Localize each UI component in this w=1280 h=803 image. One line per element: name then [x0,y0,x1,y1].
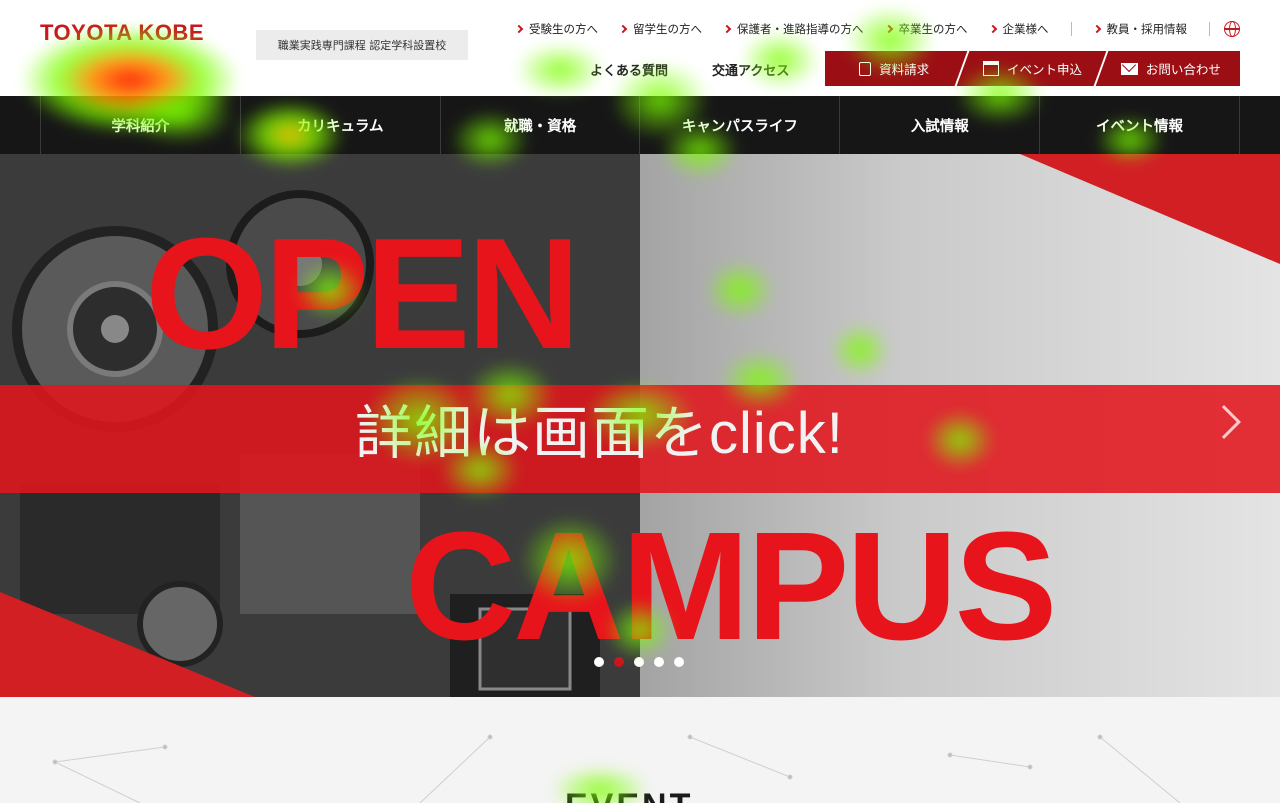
link-guardians[interactable]: 保護者・進路指導の方へ [722,21,864,37]
logo-text: TOYOTA KOBE [40,20,204,45]
slider-dots [594,657,694,667]
main-nav: 学科紹介 カリキュラム 就職・資格 キャンパスライフ 入試情報 イベント情報 [0,96,1280,154]
slider-dot[interactable] [634,657,644,667]
corner-accent-top-right [1020,154,1280,264]
link-recruitment[interactable]: 教員・採用情報 [1092,21,1187,37]
divider [1209,22,1210,36]
mail-icon [1120,62,1138,75]
chevron-right-icon [884,24,893,34]
site-logo[interactable]: TOYOTA KOBE [40,20,230,76]
chevron-right-icon [722,24,732,34]
audience-links: 受験生の方へ 留学生の方へ 保護者・進路指導の方へ 卒業生の方へ 企業様へ 教員… [494,18,1240,40]
link-applicants[interactable]: 受験生の方へ [514,21,598,37]
hero-slider[interactable]: OPEN 詳細は画面をclick! CAMPUS [0,154,1280,697]
event-apply-button[interactable]: イベント申込 [963,51,1101,86]
corner-accent-bottom-left [0,592,255,697]
calendar-icon [982,61,999,76]
contact-button[interactable]: お問い合わせ [1102,51,1240,86]
chevron-right-icon [618,24,628,34]
nav-departments[interactable]: 学科紹介 [40,96,240,154]
hero-headline-campus: CAMPUS [405,500,1057,672]
nav-curriculum[interactable]: カリキュラム [239,96,440,154]
link-international[interactable]: 留学生の方へ [618,21,702,37]
slider-dot-active[interactable] [614,657,624,667]
document-icon [859,61,872,76]
request-brochure-button[interactable]: 資料請求 [825,51,963,86]
slider-dot[interactable] [594,657,604,667]
hero-headline-open: OPEN [145,206,581,382]
site-header: TOYOTA KOBE 職業実践専門課程 認定学科設置校 受験生の方へ 留学生の… [0,0,1280,96]
link-companies[interactable]: 企業様へ [988,21,1049,37]
chevron-right-icon [988,24,997,34]
globe-icon[interactable] [1224,21,1240,37]
nav-admissions[interactable]: 入試情報 [839,96,1039,154]
accreditation-badge: 職業実践専門課程 認定学科設置校 [256,30,468,60]
utility-links: よくある質問 交通アクセス [590,52,833,86]
nav-campus-life[interactable]: キャンパスライフ [639,96,839,154]
slider-dot[interactable] [674,657,684,667]
nav-events[interactable]: イベント情報 [1039,96,1240,154]
chevron-right-icon [1092,24,1101,34]
cta-group: 資料請求 イベント申込 お問い合わせ [825,51,1240,86]
event-section: EVENT [0,697,1280,803]
link-access[interactable]: 交通アクセス [712,60,789,79]
chevron-right-icon [514,24,524,34]
nav-careers[interactable]: 就職・資格 [439,96,640,154]
hero-band-text: 詳細は画面をclick! [355,401,844,466]
divider [1070,22,1072,36]
event-heading: EVENT [565,787,693,803]
slider-dot[interactable] [654,657,664,667]
link-graduates[interactable]: 卒業生の方へ [884,21,968,37]
link-faq[interactable]: よくある質問 [590,60,668,79]
